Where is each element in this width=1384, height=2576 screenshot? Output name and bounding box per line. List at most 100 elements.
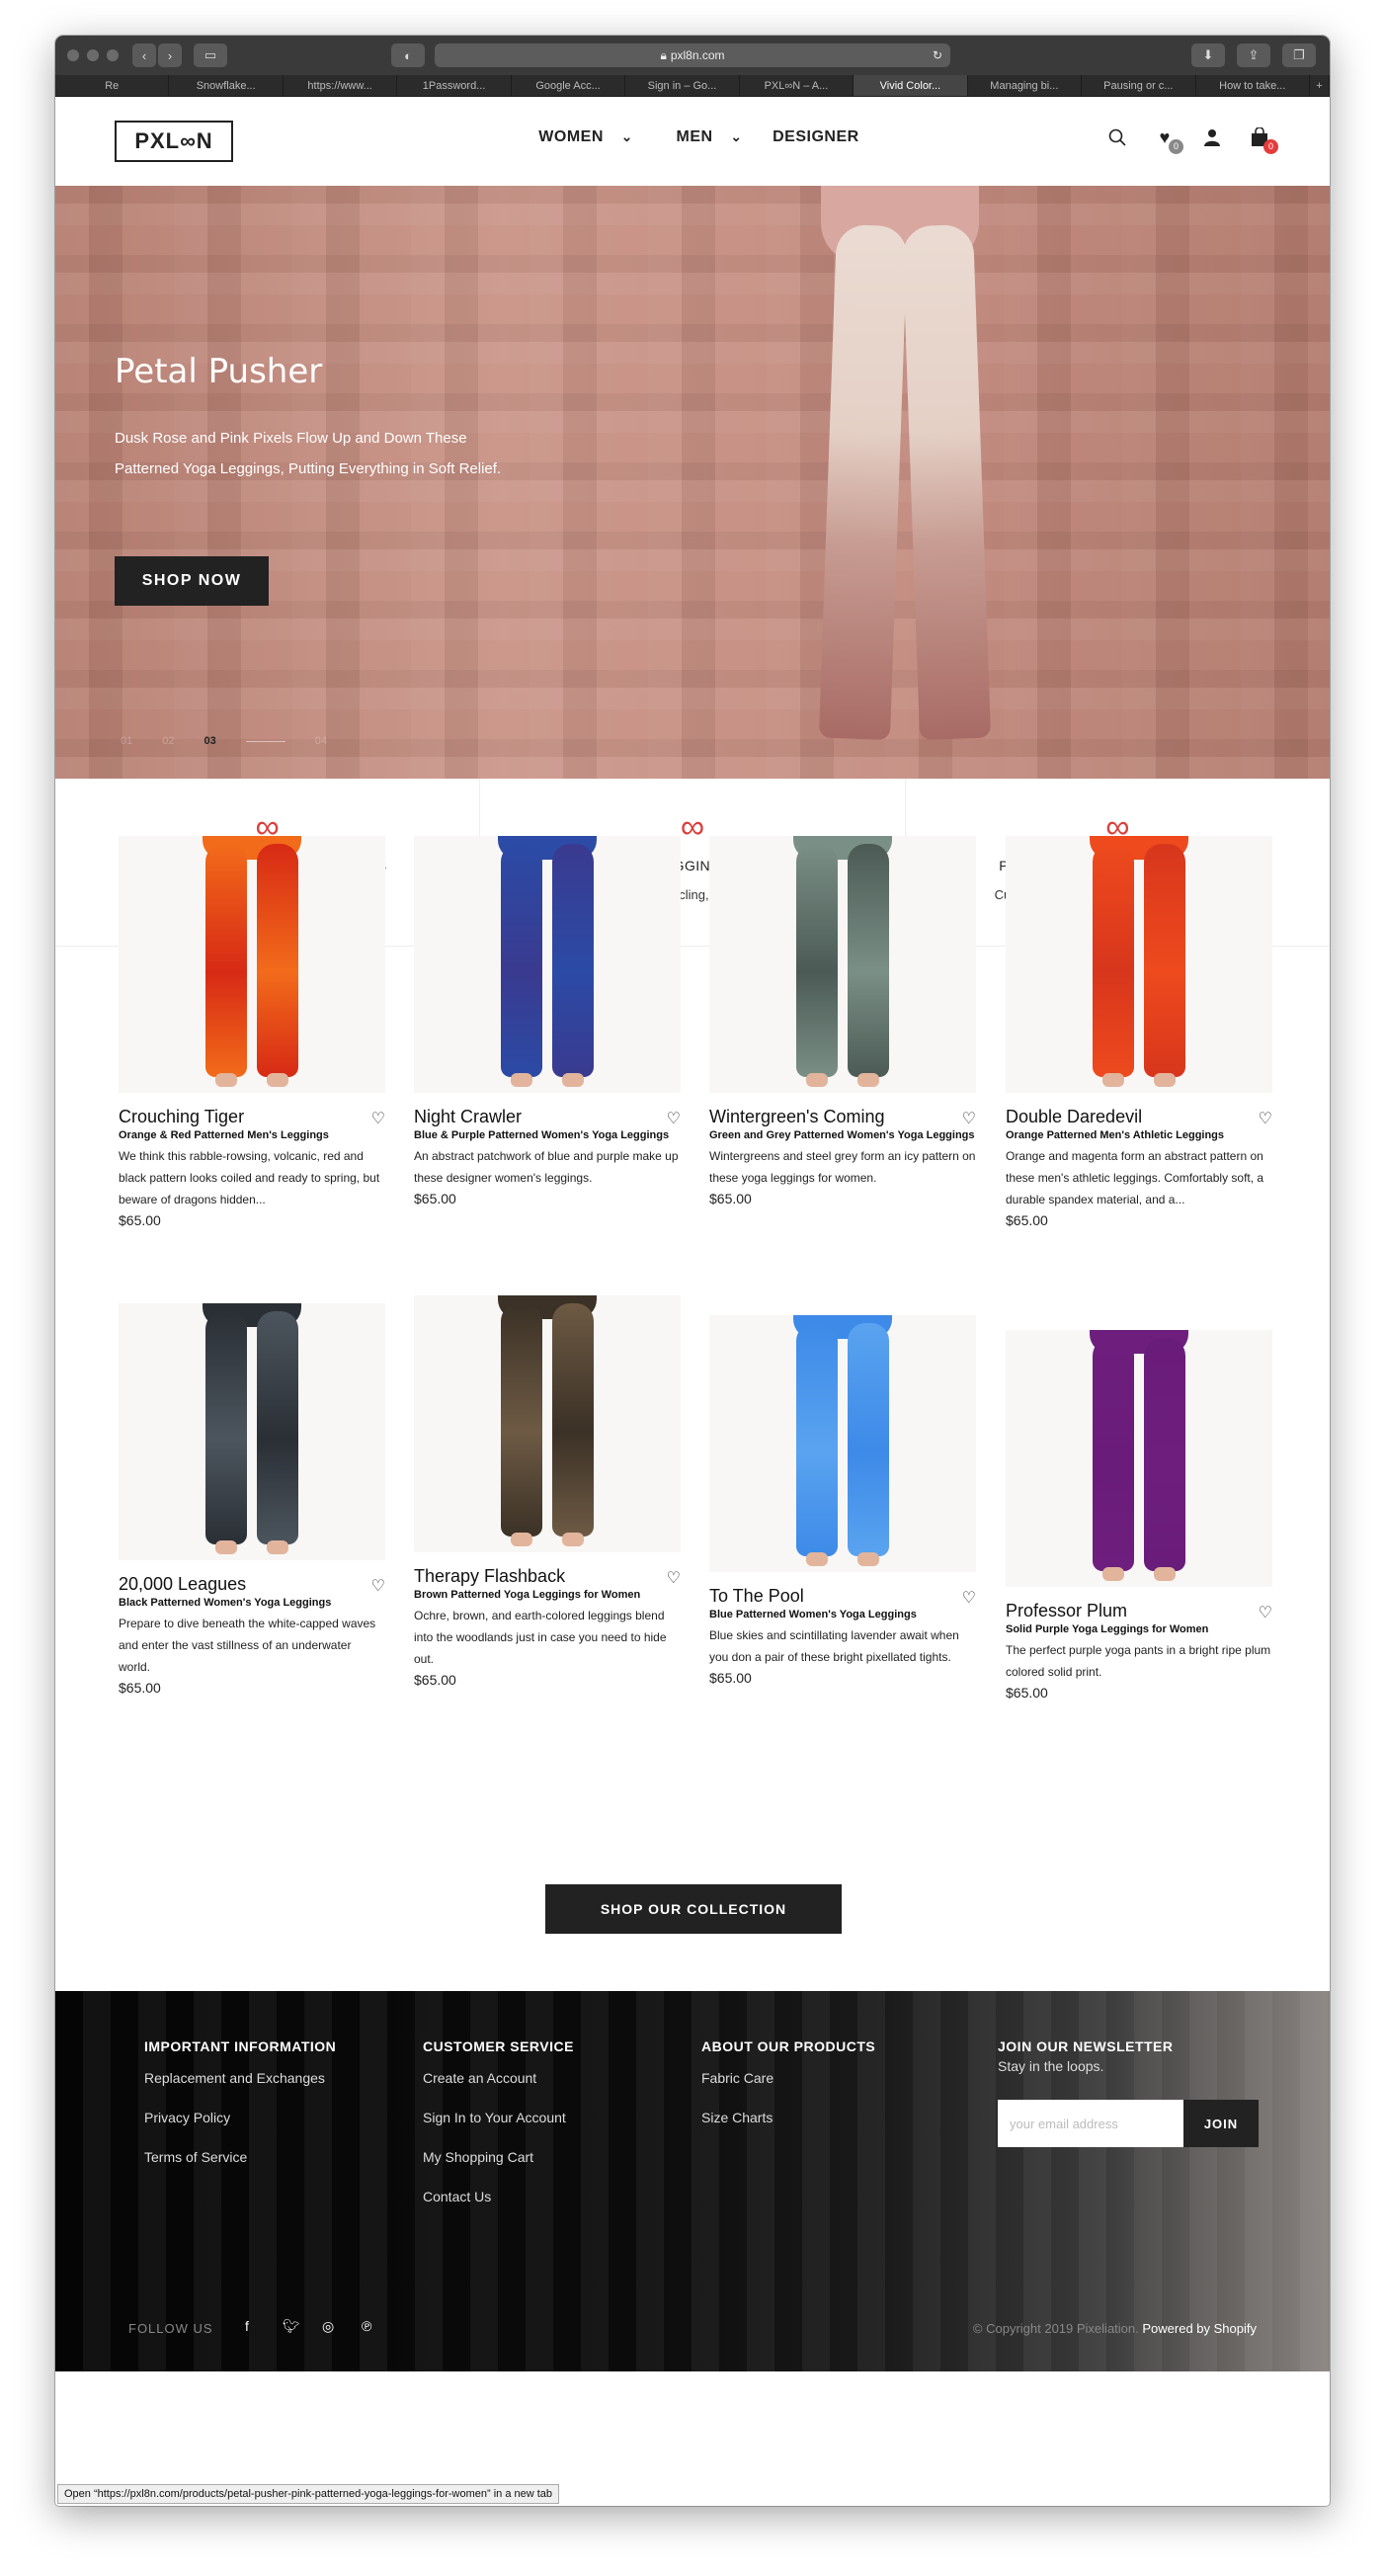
hero-slider[interactable]: Petal Pusher Dusk Rose and Pink Pixels F… xyxy=(55,186,1330,779)
product-image[interactable] xyxy=(414,1295,681,1552)
product-legging xyxy=(1144,1338,1185,1571)
wishlist-heart-icon[interactable]: ♡ xyxy=(371,1109,385,1128)
browser-tab[interactable]: Sign in – Go... xyxy=(625,75,740,96)
pinterest-icon[interactable]: ℗ xyxy=(362,2318,371,2334)
browser-tab[interactable]: Snowflake... xyxy=(169,75,284,96)
product-title[interactable]: Night Crawler xyxy=(414,1107,681,1127)
product-card[interactable]: ♡ Night Crawler Blue & Purple Patterned Wo… xyxy=(414,836,681,1206)
product-legging xyxy=(205,844,247,1077)
search-icon[interactable] xyxy=(1106,126,1128,148)
wishlist-heart-icon[interactable]: ♡ xyxy=(371,1576,385,1596)
shop-collection-button[interactable]: SHOP OUR COLLECTION xyxy=(545,1884,842,1934)
product-card[interactable]: ♡ Therapy Flashback Brown Patterned Yoga L… xyxy=(414,1295,681,1688)
product-image[interactable] xyxy=(709,1315,976,1572)
hero-legging-right xyxy=(901,223,992,741)
wishlist-heart-icon[interactable]: ♡ xyxy=(962,1588,976,1608)
address-bar[interactable]: 🔒︎ pxl8n.com ↻ xyxy=(435,43,950,67)
reload-icon[interactable]: ↻ xyxy=(933,48,942,62)
product-title[interactable]: Professor Plum xyxy=(1006,1601,1272,1621)
product-title[interactable]: 20,000 Leagues xyxy=(119,1574,385,1595)
product-card[interactable]: ♡ Crouching Tiger Orange & Red Patterned M… xyxy=(119,836,385,1228)
wishlist-heart-icon[interactable]: ♡ xyxy=(667,1109,681,1128)
share-button[interactable]: ⇪ xyxy=(1237,43,1270,67)
footer-link[interactable]: Contact Us xyxy=(423,2189,491,2204)
nav-designer[interactable]: DESIGNER xyxy=(773,128,859,145)
slide-dot[interactable]: 04 xyxy=(315,735,327,747)
account-user-icon[interactable] xyxy=(1201,126,1223,148)
tabs-overview-button[interactable]: ❐ xyxy=(1282,43,1316,67)
product-title[interactable]: Crouching Tiger xyxy=(119,1107,385,1127)
product-description: Ochre, brown, and earth-colored leggings… xyxy=(414,1609,667,1666)
product-title[interactable]: Therapy Flashback xyxy=(414,1566,681,1587)
chevron-down-icon: ⌄ xyxy=(730,129,743,144)
product-image[interactable] xyxy=(1006,836,1272,1093)
slide-dot[interactable]: 01 xyxy=(121,735,132,747)
product-card[interactable]: ♡ 20,000 Leagues Black Patterned Women's Y… xyxy=(119,1303,385,1696)
back-button[interactable]: ‹ xyxy=(132,43,156,67)
product-title[interactable]: Double Daredevil xyxy=(1006,1107,1272,1127)
browser-tab[interactable]: https://www... xyxy=(284,75,398,96)
cart-bag-icon[interactable]: 0 xyxy=(1249,126,1278,154)
footer-link[interactable]: Replacement and Exchanges xyxy=(144,2070,325,2086)
product-subtitle: Orange Patterned Men's Athletic Leggings xyxy=(1006,1129,1225,1141)
footer-link[interactable]: My Shopping Cart xyxy=(423,2149,533,2165)
wishlist-heart-icon[interactable]: ♡ xyxy=(667,1568,681,1588)
product-title[interactable]: To The Pool xyxy=(709,1586,976,1607)
product-card[interactable]: ♡ Professor Plum Solid Purple Yoga Legging… xyxy=(1006,1330,1272,1701)
wishlist-heart-icon[interactable]: ♡ xyxy=(1259,1109,1272,1128)
twitter-icon[interactable]: 🐦︎ xyxy=(283,2318,300,2335)
minimize-window-button[interactable] xyxy=(87,49,99,61)
newsletter-email-input[interactable]: your email address xyxy=(998,2100,1183,2147)
newsletter-join-button[interactable]: JOIN xyxy=(1183,2100,1259,2147)
forward-button[interactable]: › xyxy=(158,43,182,67)
product-image[interactable] xyxy=(414,836,681,1093)
product-card[interactable]: ♡ To The Pool Blue Patterned Women's Yoga … xyxy=(709,1315,976,1686)
product-card[interactable]: ♡ Wintergreen's Coming Green and Grey Patt… xyxy=(709,836,976,1206)
product-image[interactable] xyxy=(709,836,976,1093)
slide-dot[interactable]: 03 xyxy=(204,735,216,747)
browser-window: ‹ › ▭ ◐ 🔒︎ pxl8n.com ↻ ⬇ ⇪ ❐ Re Snowflake… xyxy=(55,36,1330,2506)
powered-by-link[interactable]: Powered by Shopify xyxy=(1142,2321,1257,2336)
browser-tab[interactable]: 1Password... xyxy=(397,75,512,96)
close-window-button[interactable] xyxy=(67,49,79,61)
instagram-icon[interactable]: ◎ xyxy=(322,2318,334,2335)
product-image[interactable] xyxy=(119,1303,385,1560)
privacy-report-button[interactable]: ◐ xyxy=(391,43,425,67)
browser-tab[interactable]: Managing bi... xyxy=(968,75,1083,96)
footer-link[interactable]: Fabric Care xyxy=(701,2070,773,2086)
product-title[interactable]: Wintergreen's Coming xyxy=(709,1107,976,1127)
browser-tab[interactable]: Vivid Color... xyxy=(854,75,968,96)
product-image[interactable] xyxy=(1006,1330,1272,1587)
product-foot xyxy=(267,1073,288,1087)
new-tab-button[interactable]: + xyxy=(1310,75,1330,96)
nav-men[interactable]: MEN ⌄ xyxy=(663,128,742,145)
copyright-text: © Copyright 2019 Pixeliation. xyxy=(972,2321,1139,2336)
wishlist-heart-icon[interactable]: ♡ xyxy=(1259,1603,1272,1622)
browser-tab[interactable]: PXL∞N – A... xyxy=(740,75,855,96)
shop-now-button[interactable]: SHOP NOW xyxy=(115,556,269,606)
footer-link[interactable]: Terms of Service xyxy=(144,2149,247,2165)
product-legging xyxy=(257,1311,298,1544)
slide-dot[interactable]: 02 xyxy=(162,735,174,747)
zoom-window-button[interactable] xyxy=(107,49,119,61)
wishlist-heart-icon[interactable]: ♡ xyxy=(962,1109,976,1128)
browser-tab[interactable]: Re xyxy=(55,75,170,96)
product-description: Orange and magenta form an abstract patt… xyxy=(1006,1149,1264,1206)
product-foot xyxy=(511,1533,532,1546)
nav-women[interactable]: WOMEN ⌄ xyxy=(526,128,632,145)
product-image[interactable] xyxy=(119,836,385,1093)
footer-link[interactable]: Sign In to Your Account xyxy=(423,2110,566,2125)
sidebar-icon: ▭ xyxy=(204,47,217,62)
downloads-button[interactable]: ⬇ xyxy=(1191,43,1225,67)
sidebar-toggle-button[interactable]: ▭ xyxy=(194,43,227,67)
browser-tab[interactable]: How to take... xyxy=(1196,75,1310,96)
browser-tab[interactable]: Google Acc... xyxy=(512,75,626,96)
footer-link[interactable]: Size Charts xyxy=(701,2110,773,2125)
browser-tab[interactable]: Pausing or c... xyxy=(1082,75,1196,96)
product-card[interactable]: ♡ Double Daredevil Orange Patterned Men's … xyxy=(1006,836,1272,1228)
footer-link[interactable]: Create an Account xyxy=(423,2070,536,2086)
footer-link[interactable]: Privacy Policy xyxy=(144,2110,230,2125)
product-subtitle: Blue & Purple Patterned Women's Yoga Leg… xyxy=(414,1129,670,1141)
facebook-icon[interactable]: f xyxy=(245,2318,249,2334)
wishlist-heart-icon[interactable]: ♥ 0 xyxy=(1154,126,1183,154)
